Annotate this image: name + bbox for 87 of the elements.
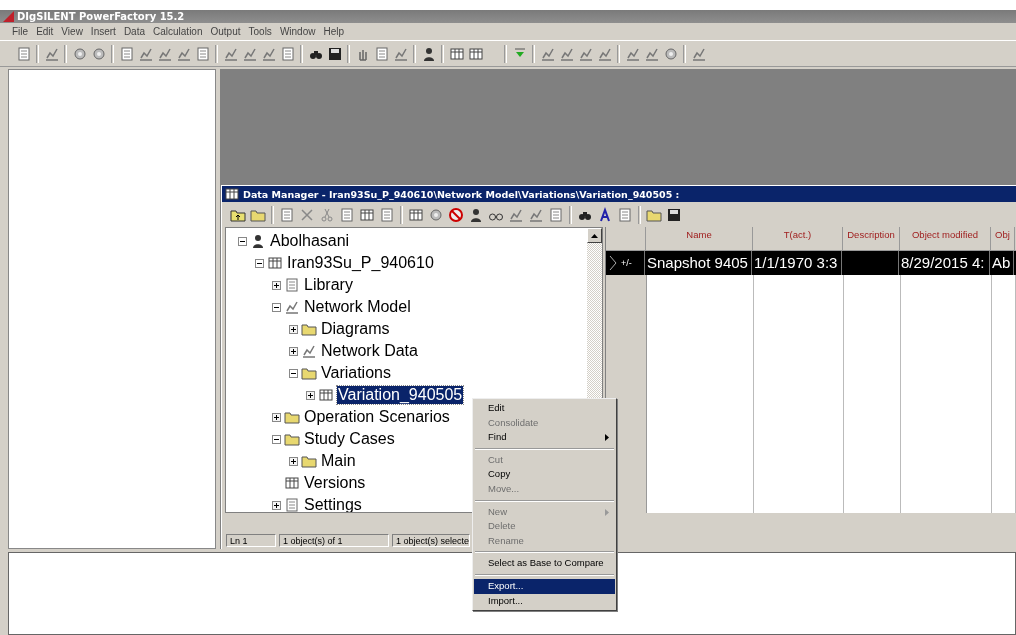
expand-toggle[interactable] <box>289 456 298 466</box>
submenu-arrow-icon <box>605 508 609 516</box>
letter-icon[interactable] <box>597 206 613 223</box>
collapse-toggle[interactable] <box>272 302 281 312</box>
status-field: 1 object(s) of 1 <box>279 533 389 547</box>
collapse-toggle[interactable] <box>238 236 247 246</box>
tree-node-icon <box>284 431 300 447</box>
app-logo-icon <box>3 11 14 22</box>
tree-node-icon <box>301 343 317 359</box>
table-cell: 1/1/1970 3:3 <box>754 254 838 271</box>
gear-icon[interactable] <box>428 206 444 223</box>
row-pointer-icon <box>609 255 617 271</box>
table-cell: 8/29/2015 4: <box>901 254 985 271</box>
tree-item[interactable]: Library <box>303 276 354 294</box>
grid-icon[interactable] <box>408 206 424 223</box>
window-title: DIgSILENT PowerFactory 15.2 <box>17 11 185 22</box>
tree-item[interactable]: Diagrams <box>320 320 391 338</box>
menu-item[interactable]: Edit <box>474 401 615 416</box>
expand-toggle[interactable] <box>272 412 281 422</box>
menu-item[interactable]: Copy <box>474 467 615 482</box>
tree-node-icon <box>318 387 334 403</box>
window-title: Data Manager - Iran93Su_P_940610\Network Model\Variations\Variation_940505 : <box>243 188 680 200</box>
menu-item[interactable]: Help <box>319 26 349 37</box>
tree-item[interactable]: Versions <box>303 474 367 492</box>
document-icon[interactable] <box>548 206 564 223</box>
delete-icon[interactable] <box>299 206 315 223</box>
menu-item[interactable]: Calculation <box>149 26 207 37</box>
tree-node-icon <box>301 453 317 469</box>
document-icon[interactable] <box>118 45 135 62</box>
tree-item[interactable]: Main <box>320 452 357 470</box>
status-field: Ln 1 <box>226 533 276 547</box>
arrow-up-icon <box>591 233 598 238</box>
menu-item[interactable]: Insert <box>86 26 120 37</box>
tree-item[interactable]: Variation_940505 <box>337 386 464 404</box>
table-cell: Ab <box>992 254 1011 271</box>
collapse-toggle[interactable] <box>255 258 264 268</box>
submenu-arrow-icon <box>605 434 609 442</box>
table-cell: Snapshot 9405 <box>647 254 748 271</box>
menu-item[interactable]: Data <box>119 26 149 37</box>
tree-node-icon <box>284 409 300 425</box>
tree-item[interactable]: Iran93Su_P_940610 <box>286 254 435 272</box>
menu-item[interactable]: Output <box>206 26 245 37</box>
tree-item[interactable]: Abolhasani <box>269 232 351 250</box>
expand-toggle[interactable] <box>289 346 298 356</box>
tree-item[interactable]: Network Data <box>320 342 419 360</box>
tree-item[interactable]: Network Model <box>303 298 412 316</box>
collapse-toggle[interactable] <box>272 434 281 444</box>
menu-item[interactable]: File <box>8 26 33 37</box>
save-icon[interactable] <box>666 206 682 223</box>
menu-item[interactable]: Tools <box>244 26 276 37</box>
table-icon[interactable] <box>448 45 465 62</box>
document-icon[interactable] <box>279 45 296 62</box>
table-row[interactable]: +/- Snapshot 9405 1/1/1970 3:3 8/29/2015 4: Ab <box>606 250 1016 275</box>
row-marker: +/- <box>621 258 632 268</box>
menu-item[interactable]: View <box>57 26 87 37</box>
expand-toggle[interactable] <box>272 280 281 290</box>
menu-item[interactable]: Import... <box>474 593 615 609</box>
tree-item[interactable]: Operation Scenarios <box>303 408 451 426</box>
gear-icon[interactable] <box>662 45 679 62</box>
menu-item[interactable]: Window <box>275 26 320 37</box>
tree-node-icon <box>301 321 317 337</box>
document-icon[interactable] <box>194 45 211 62</box>
tree-item[interactable]: Variations <box>320 364 392 382</box>
scroll-up-button[interactable] <box>587 228 602 243</box>
expand-toggle[interactable] <box>272 500 281 510</box>
menu-item[interactable]: Export... <box>474 578 615 594</box>
expand-toggle[interactable] <box>306 390 315 400</box>
prohibited-icon[interactable] <box>448 206 464 223</box>
menu-item[interactable]: Select as Base to Compare <box>474 556 615 571</box>
menu-item[interactable]: Find <box>474 430 615 445</box>
tree-node-icon <box>250 233 266 249</box>
tree-node-icon <box>267 255 283 271</box>
tree-node-icon <box>284 299 300 315</box>
tree-node-icon <box>301 365 317 381</box>
tree-node-icon <box>284 277 300 293</box>
tree-item[interactable]: Study Cases <box>303 430 396 448</box>
gear-icon[interactable] <box>71 45 88 62</box>
save-icon[interactable] <box>326 45 343 62</box>
tree-node-icon <box>284 475 300 491</box>
scissors-icon[interactable] <box>319 206 335 223</box>
status-field: 1 object(s) selecte <box>392 533 470 547</box>
expand-toggle[interactable] <box>289 324 298 334</box>
document-icon[interactable] <box>373 45 390 62</box>
gear-icon[interactable] <box>90 45 107 62</box>
menu-item[interactable]: Edit <box>32 26 58 37</box>
collapse-toggle[interactable] <box>289 368 298 378</box>
table-icon[interactable] <box>359 206 375 223</box>
